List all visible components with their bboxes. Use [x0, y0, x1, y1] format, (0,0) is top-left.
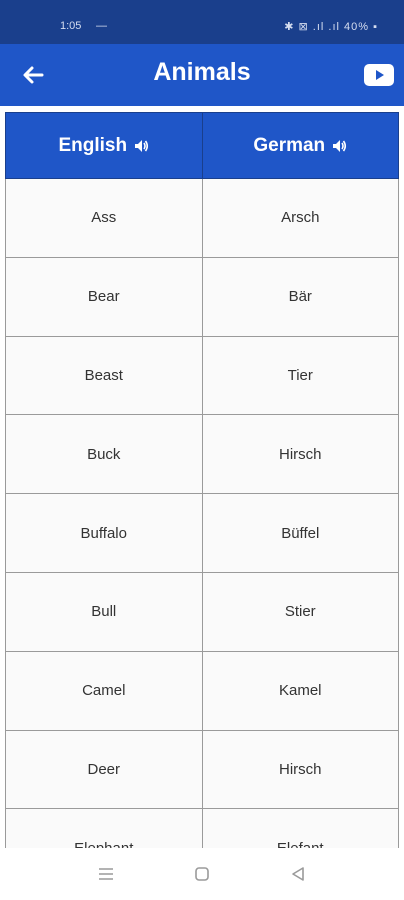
english-cell[interactable]: Elephant: [5, 808, 203, 848]
table-row[interactable]: Elephant Elefant: [5, 808, 399, 848]
back-triangle-icon: [292, 867, 304, 881]
header-german-label: German: [253, 134, 326, 156]
table-row[interactable]: Beast Tier: [5, 335, 399, 416]
table-row[interactable]: Deer Hirsch: [5, 729, 399, 810]
speaker-icon: [333, 139, 347, 152]
header-english-label: English: [58, 134, 128, 156]
word-table-container[interactable]: English German Ass Arsch Bear Bär Beast …: [5, 112, 399, 848]
german-cell[interactable]: Hirsch: [201, 414, 399, 495]
german-cell[interactable]: Büffel: [201, 493, 399, 573]
table-row[interactable]: Bear Bär: [5, 256, 399, 337]
youtube-icon: [364, 64, 394, 86]
table-row[interactable]: Bull Stier: [5, 571, 399, 652]
english-cell[interactable]: Deer: [5, 729, 203, 810]
english-cell[interactable]: Buck: [5, 414, 203, 495]
english-cell[interactable]: Bear: [5, 256, 203, 337]
table-row[interactable]: Camel Kamel: [5, 650, 399, 731]
screen: 1:05 — ✱ ⊠ .ıl .ıl 40% ▪ Animals English: [0, 0, 404, 900]
status-time: 1:05: [60, 20, 82, 32]
home-button[interactable]: [192, 864, 212, 884]
header-english: English: [5, 112, 203, 179]
table-row[interactable]: Ass Arsch: [5, 178, 399, 258]
german-audio-button[interactable]: German: [253, 135, 347, 157]
table-row[interactable]: Buffalo Büffel: [5, 493, 399, 573]
page-title: Animals: [153, 58, 251, 86]
status-notification: —: [96, 20, 107, 32]
back-nav-button[interactable]: [288, 864, 308, 884]
english-cell[interactable]: Camel: [5, 650, 203, 731]
table-row[interactable]: Buck Hirsch: [5, 414, 399, 495]
status-icons: ✱ ⊠ .ıl .ıl 40% ▪: [284, 21, 378, 33]
video-button[interactable]: [364, 64, 394, 86]
speaker-icon: [135, 139, 149, 152]
english-audio-button[interactable]: English: [58, 135, 149, 157]
word-table: English German Ass Arsch Bear Bär Beast …: [5, 112, 399, 848]
english-cell[interactable]: Ass: [5, 178, 203, 258]
recents-button[interactable]: [96, 864, 116, 884]
german-cell[interactable]: Bär: [201, 256, 399, 337]
app-bar: Animals: [0, 44, 404, 106]
german-cell[interactable]: Elefant: [201, 808, 399, 848]
german-cell[interactable]: Kamel: [201, 650, 399, 731]
table-header-row: English German: [5, 112, 399, 179]
german-cell[interactable]: Stier: [201, 571, 399, 652]
menu-icon: [99, 868, 113, 880]
english-cell[interactable]: Beast: [5, 335, 203, 416]
german-cell[interactable]: Arsch: [201, 178, 399, 258]
german-cell[interactable]: Hirsch: [201, 729, 399, 810]
system-nav-bar: [0, 848, 404, 900]
header-german: German: [201, 112, 399, 179]
english-cell[interactable]: Bull: [5, 571, 203, 652]
german-cell[interactable]: Tier: [201, 335, 399, 416]
status-bar: 1:05 — ✱ ⊠ .ıl .ıl 40% ▪: [0, 0, 404, 44]
home-square-icon: [195, 867, 209, 881]
english-cell[interactable]: Buffalo: [5, 493, 203, 573]
